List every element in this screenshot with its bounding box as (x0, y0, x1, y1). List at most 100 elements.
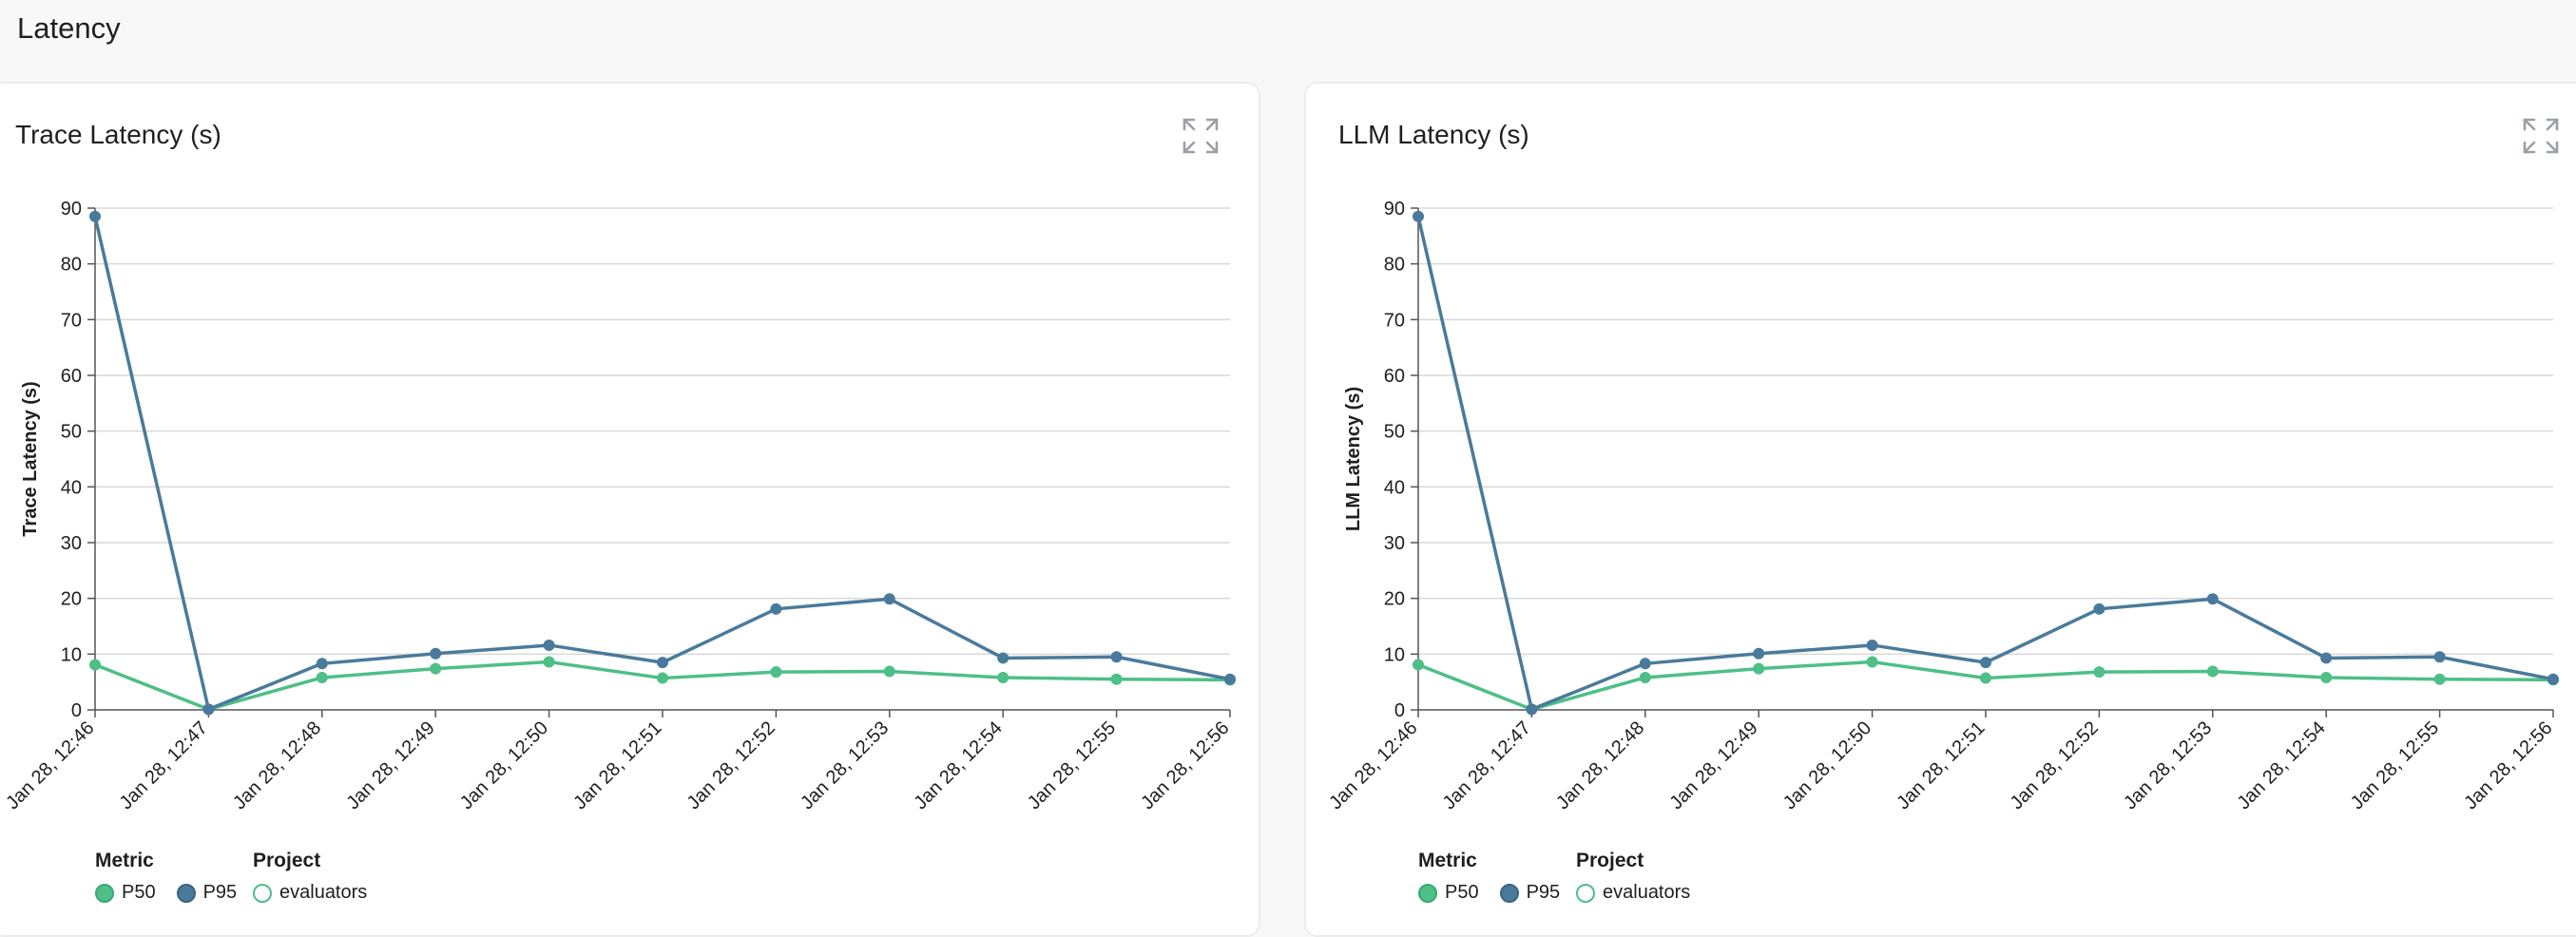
y-tick-label: 30 (61, 533, 82, 554)
data-point-p95 (2093, 602, 2105, 615)
y-tick-label: 20 (61, 589, 82, 610)
x-tick-label: Jan 28, 12:47 (1439, 717, 1535, 813)
y-axis-label: LLM Latency (s) (1343, 387, 1364, 531)
llm-latency-card: LLM Latency (s) 0 10 20 30 40 50 60 70 80 90 LLM L… (1304, 82, 2576, 937)
data-point-p95 (1224, 673, 1236, 685)
legend-item-p95[interactable]: P95 (176, 882, 238, 904)
legend-title: Project (253, 850, 321, 871)
legend-label: evaluators (279, 882, 368, 903)
y-tick-label: 60 (61, 366, 82, 387)
legend-item-p95[interactable]: P95 (1499, 882, 1560, 904)
project-legend: Project evaluators (253, 850, 367, 904)
data-point-p95 (316, 658, 328, 670)
data-point-p50 (1866, 656, 1878, 668)
x-tick-label: Jan 28, 12:48 (229, 717, 325, 813)
y-tick-label: 0 (1394, 700, 1405, 721)
data-point-p95 (1413, 210, 1424, 222)
series-line-p95 (1416, 216, 2554, 712)
data-point-p95 (770, 602, 782, 615)
data-point-p95 (1753, 647, 1765, 660)
data-point-p95 (89, 210, 101, 222)
data-point-p50 (1753, 662, 1765, 675)
data-point-p95 (2547, 673, 2559, 685)
data-point-p95 (1526, 703, 1538, 716)
data-point-p50 (997, 671, 1009, 683)
y-tick-label: 0 (71, 700, 82, 721)
legend-title: Metric (1418, 850, 1477, 871)
x-tick-label: Jan 28, 12:55 (2347, 717, 2443, 813)
x-tick-label: Jan 28, 12:48 (1552, 717, 1648, 813)
data-point-p50 (430, 662, 442, 675)
y-tick-label: 50 (61, 422, 82, 443)
data-point-p50 (1110, 673, 1123, 685)
legend-item-p50[interactable]: P50 (95, 882, 156, 904)
data-point-p95 (1639, 658, 1651, 670)
data-point-p50 (2433, 673, 2446, 685)
data-point-p50 (770, 666, 782, 679)
y-tick-label: 60 (1384, 366, 1405, 387)
p95-swatch-icon (176, 883, 196, 903)
legend-title: Project (1576, 850, 1644, 871)
data-point-p95 (430, 647, 442, 660)
x-tick-label: Jan 28, 12:46 (2, 717, 98, 813)
x-tick-label: Jan 28, 12:49 (1665, 717, 1761, 813)
trace-latency-chart: 0 10 20 30 40 50 60 70 80 90 Trace Latency (s) Jan … (2, 199, 1236, 813)
data-point-p50 (883, 665, 895, 678)
x-tick-label: Jan 28, 12:53 (2120, 717, 2216, 813)
project-legend: Project evaluators (1576, 850, 1690, 904)
y-tick-label: 10 (1384, 644, 1405, 665)
data-point-p95 (657, 657, 668, 669)
data-point-p50 (657, 672, 668, 684)
x-tick-label: Jan 28, 12:53 (797, 717, 893, 813)
x-tick-label: Jan 28, 12:52 (683, 717, 779, 813)
y-tick-label: 40 (61, 477, 82, 498)
data-point-p95 (2433, 651, 2446, 663)
x-tick-label: Jan 28, 12:56 (1137, 717, 1233, 813)
x-tick-label: Jan 28, 12:49 (342, 717, 438, 813)
y-tick-label: 30 (1384, 533, 1405, 554)
data-point-p50 (2206, 665, 2219, 678)
p50-swatch-icon (95, 883, 114, 903)
x-tick-label: Jan 28, 12:56 (2460, 717, 2556, 813)
y-tick-label: 70 (61, 310, 82, 331)
y-axis-label: Trace Latency (s) (20, 381, 41, 536)
metric-legend: Metric P50 P95 (1418, 850, 1560, 904)
legend-label: P95 (202, 882, 238, 903)
x-tick-label: Jan 28, 12:54 (2233, 717, 2329, 813)
legend-title: Metric (95, 850, 154, 871)
y-tick-label: 50 (1384, 422, 1405, 443)
data-point-p50 (1639, 671, 1651, 683)
x-tick-label: Jan 28, 12:51 (569, 717, 665, 813)
page-header: Latency (0, 0, 2576, 80)
data-point-p95 (883, 593, 895, 605)
data-point-p50 (89, 659, 101, 671)
evaluators-swatch-icon (1576, 883, 1595, 903)
y-tick-label: 80 (61, 255, 82, 276)
data-point-p95 (543, 639, 555, 651)
data-point-p50 (316, 671, 328, 683)
legend-label: P50 (122, 882, 156, 903)
data-point-p95 (1980, 657, 1991, 669)
y-tick-label: 70 (1384, 310, 1405, 331)
legend-item-evaluators[interactable]: evaluators (1576, 882, 1690, 904)
series-line-p95 (93, 216, 1231, 712)
y-tick-label: 90 (1384, 199, 1405, 220)
trace-latency-card: Trace Latency (s) 0 10 20 30 40 50 60 70 80 90 Tra… (0, 82, 1260, 937)
metric-legend: Metric P50 P95 (95, 850, 237, 904)
evaluators-swatch-icon (253, 883, 272, 903)
data-point-p50 (1980, 672, 1991, 684)
y-tick-label: 10 (61, 644, 82, 665)
y-tick-label: 80 (1384, 255, 1405, 276)
x-tick-label: Jan 28, 12:51 (1893, 717, 1989, 813)
legend-item-p50[interactable]: P50 (1418, 882, 1479, 904)
x-tick-label: Jan 28, 12:55 (1024, 717, 1120, 813)
legend-label: evaluators (1603, 882, 1691, 903)
x-tick-label: Jan 28, 12:47 (116, 717, 212, 813)
x-tick-label: Jan 28, 12:46 (1325, 717, 1421, 813)
data-point-p50 (1413, 659, 1424, 671)
x-tick-label: Jan 28, 12:50 (456, 717, 552, 813)
y-tick-label: 90 (61, 199, 82, 220)
legend-item-evaluators[interactable]: evaluators (253, 882, 367, 904)
y-tick-label: 40 (1384, 477, 1405, 498)
legend-label: P50 (1445, 882, 1479, 903)
